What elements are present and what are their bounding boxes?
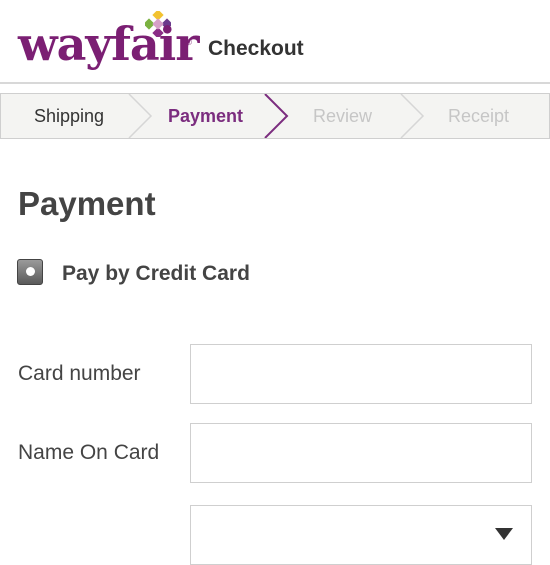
checkout-progress-bar: Shipping Payment Review Receipt [0, 93, 550, 139]
wayfair-logo[interactable]: wayfair ® [18, 8, 199, 74]
name-on-card-input[interactable] [190, 423, 532, 483]
credit-card-radio[interactable] [17, 259, 43, 285]
logo-registered-mark: ® [186, 38, 192, 47]
page-header-title: Checkout [208, 37, 304, 60]
step-payment: Payment [168, 106, 244, 126]
step-shipping[interactable]: Shipping [34, 106, 104, 127]
logo-wordmark: wayfair [18, 17, 199, 71]
card-type-select[interactable] [190, 505, 532, 565]
card-number-label: Card number [18, 362, 141, 385]
radio-selected-dot [26, 267, 35, 276]
step-receipt: Receipt [448, 106, 510, 126]
header: wayfair ® Checkout [0, 0, 550, 82]
payment-heading: Payment [18, 185, 156, 222]
step-review: Review [313, 106, 373, 126]
header-divider [0, 82, 550, 84]
card-number-input[interactable] [190, 344, 532, 404]
dropdown-caret-icon [495, 528, 513, 540]
credit-card-option-label[interactable]: Pay by Credit Card [62, 262, 250, 286]
name-on-card-label: Name On Card [18, 441, 160, 464]
